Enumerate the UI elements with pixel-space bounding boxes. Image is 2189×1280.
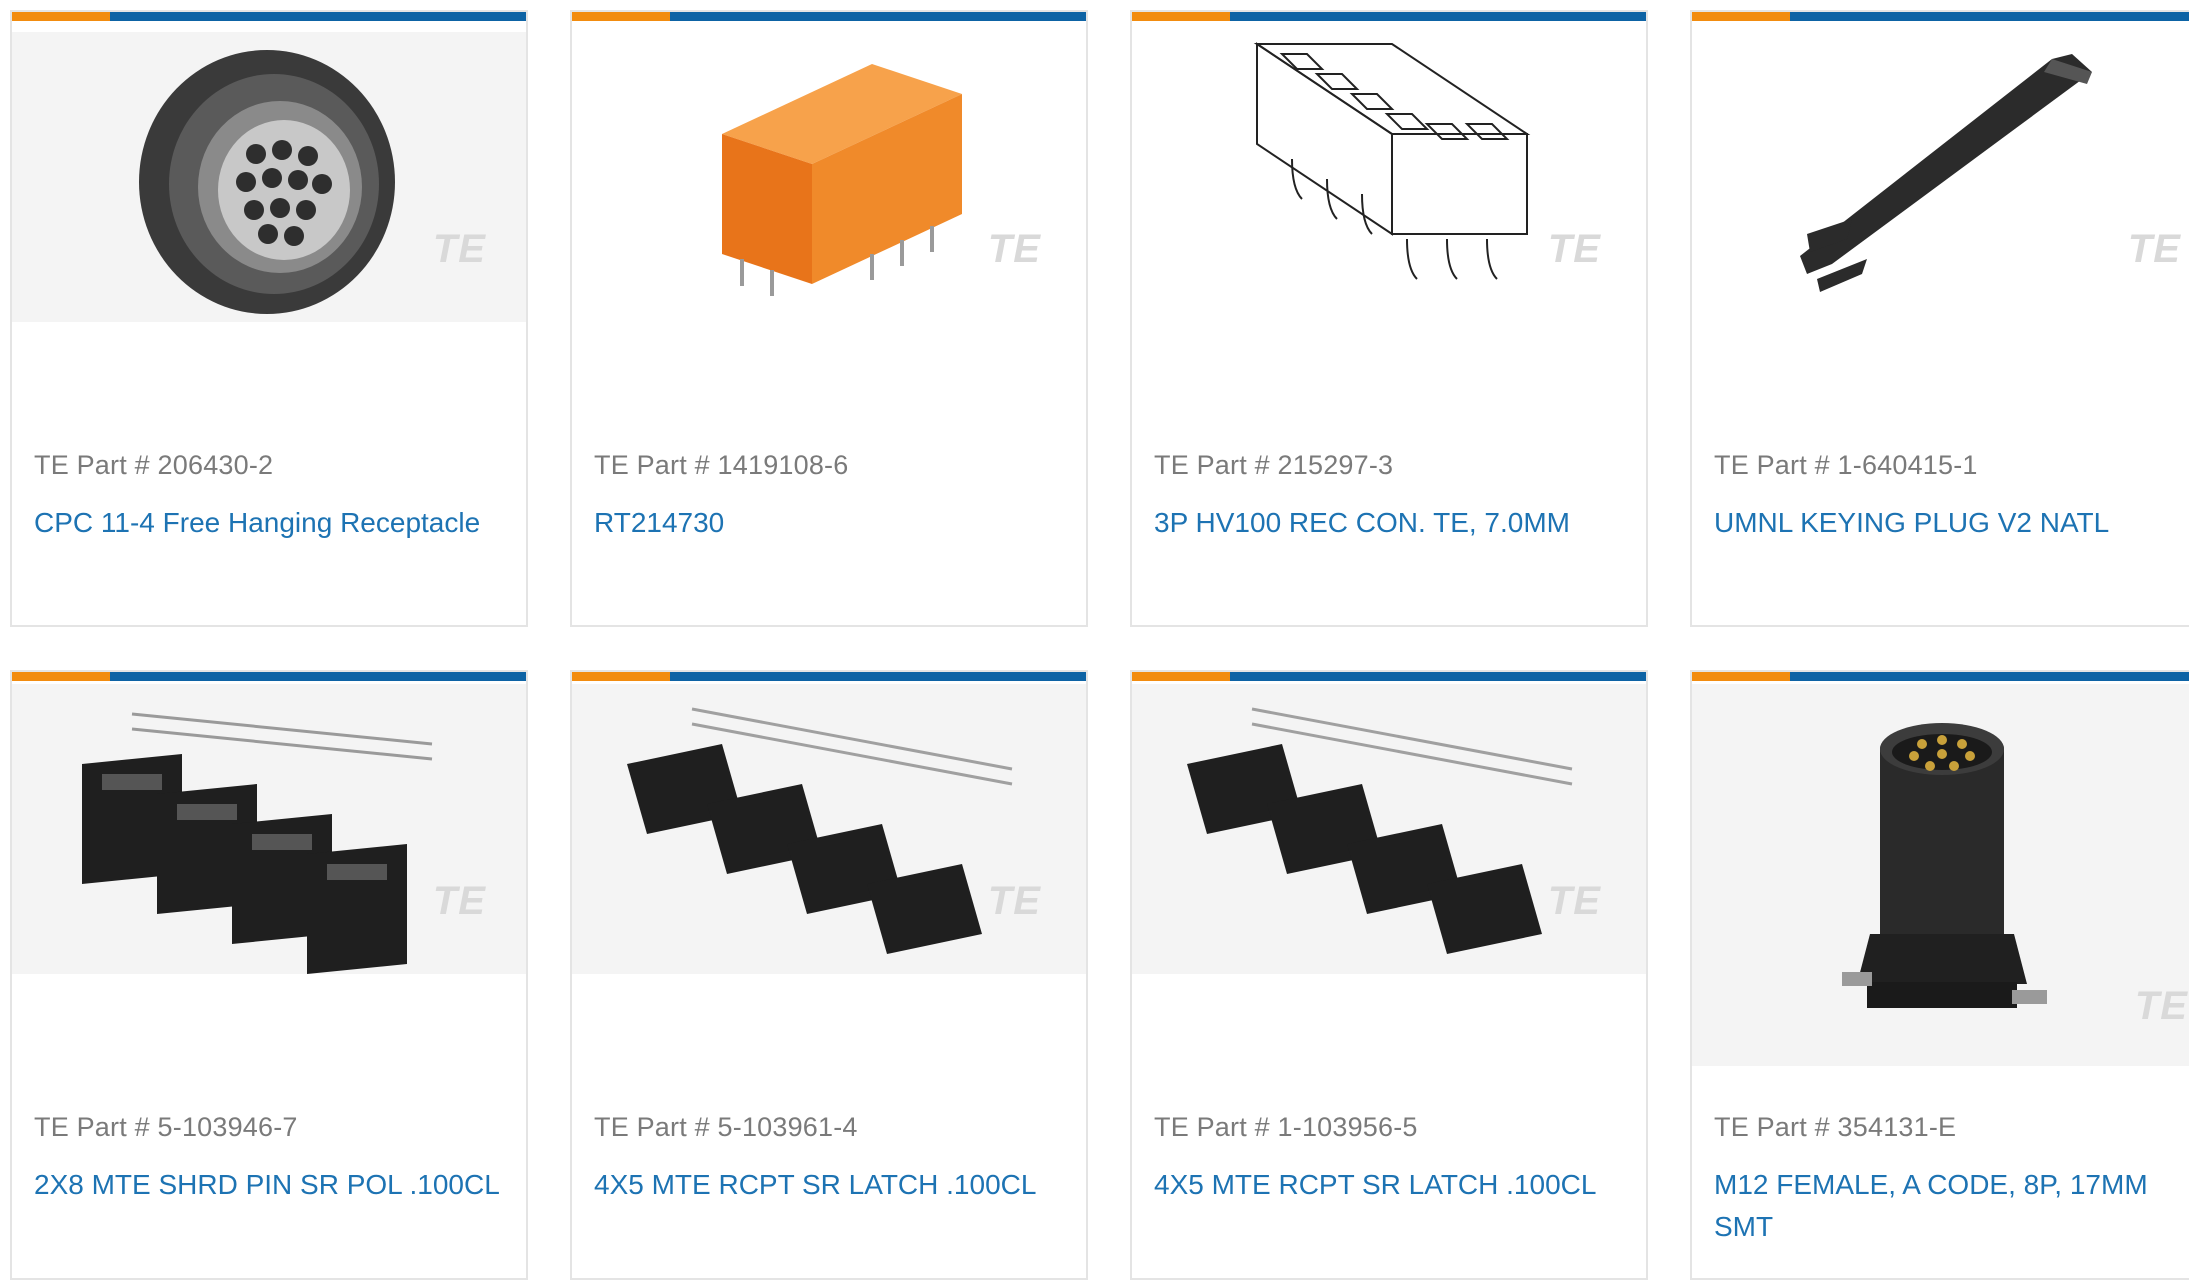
card-accent-bar: [1132, 672, 1646, 681]
product-image[interactable]: TE: [1132, 24, 1646, 324]
te-logo: TE: [2134, 984, 2188, 1028]
keying-plug-icon: [1800, 54, 2092, 292]
mte-receptacle-strip-icon: [572, 684, 1086, 974]
product-card[interactable]: TE TE Part # 1-640415-1 UMNL KEYING PLUG…: [1690, 10, 2189, 627]
mte-connector-strip-icon: [12, 684, 526, 974]
part-number: TE Part # 1-640415-1: [1714, 450, 1978, 480]
product-card[interactable]: TE TE Part # 215297-3 3P HV100 REC CON. …: [1130, 10, 1648, 627]
product-image[interactable]: TE: [1692, 684, 2189, 1066]
mte-receptacle-strip-icon: [1132, 684, 1646, 974]
part-number: TE Part # 5-103946-7: [34, 1112, 298, 1142]
product-card[interactable]: TE TE Part # 1419108-6 RT214730: [570, 10, 1088, 627]
product-image[interactable]: TE: [1132, 684, 1646, 974]
product-title-link[interactable]: 4X5 MTE RCPT SR LATCH .100CL: [594, 1164, 1066, 1206]
te-logo: TE: [432, 879, 486, 923]
te-logo: TE: [987, 227, 1041, 271]
product-image[interactable]: TE: [1692, 24, 2189, 324]
product-card[interactable]: TE TE Part # 5-103961-4 4X5 MTE RCPT SR …: [570, 670, 1088, 1280]
m12-connector-icon: [1692, 684, 2189, 1066]
te-logo: TE: [987, 879, 1041, 923]
product-title-link[interactable]: UMNL KEYING PLUG V2 NATL: [1714, 502, 2186, 544]
product-title-link[interactable]: 2X8 MTE SHRD PIN SR POL .100CL: [34, 1164, 506, 1206]
te-logo: TE: [2127, 227, 2181, 271]
part-number: TE Part # 206430-2: [34, 450, 274, 480]
product-card[interactable]: TE TE Part # 5-103946-7 2X8 MTE SHRD PIN…: [10, 670, 528, 1280]
te-logo: TE: [432, 227, 486, 271]
card-accent-bar: [12, 12, 526, 21]
te-logo: TE: [1547, 227, 1601, 271]
product-image[interactable]: TE: [572, 684, 1086, 974]
circular-connector-icon: [12, 32, 526, 322]
card-accent-bar: [572, 12, 1086, 21]
product-card[interactable]: TE TE Part # 206430-2 CPC 11-4 Free Hang…: [10, 10, 528, 627]
card-accent-bar: [12, 672, 526, 681]
product-image[interactable]: TE: [572, 24, 1086, 324]
product-title-link[interactable]: 4X5 MTE RCPT SR LATCH .100CL: [1154, 1164, 1626, 1206]
product-title-link[interactable]: RT214730: [594, 502, 1066, 544]
card-accent-bar: [1692, 672, 2189, 681]
product-title-link[interactable]: CPC 11-4 Free Hanging Receptacle: [34, 502, 506, 544]
product-image[interactable]: TE: [12, 32, 526, 322]
header-connector-icon: [1253, 42, 1531, 280]
product-title-link[interactable]: 3P HV100 REC CON. TE, 7.0MM: [1154, 502, 1626, 544]
product-title-link[interactable]: M12 FEMALE, A CODE, 8P, 17MM SMT: [1714, 1164, 2186, 1248]
card-accent-bar: [1692, 12, 2189, 21]
part-number: TE Part # 215297-3: [1154, 450, 1394, 480]
product-card[interactable]: TE TE Part # 354131-E M12 FEMALE, A CODE…: [1690, 670, 2189, 1280]
product-card[interactable]: TE TE Part # 1-103956-5 4X5 MTE RCPT SR …: [1130, 670, 1648, 1280]
te-logo: TE: [1547, 879, 1601, 923]
relay-icon: [722, 64, 962, 296]
card-accent-bar: [572, 672, 1086, 681]
card-accent-bar: [1132, 12, 1646, 21]
product-grid: TE TE Part # 206430-2 CPC 11-4 Free Hang…: [0, 0, 2189, 1280]
part-number: TE Part # 1419108-6: [594, 450, 849, 480]
part-number: TE Part # 1-103956-5: [1154, 1112, 1418, 1142]
part-number: TE Part # 5-103961-4: [594, 1112, 858, 1142]
product-image[interactable]: TE: [12, 684, 526, 974]
part-number: TE Part # 354131-E: [1714, 1112, 1957, 1142]
